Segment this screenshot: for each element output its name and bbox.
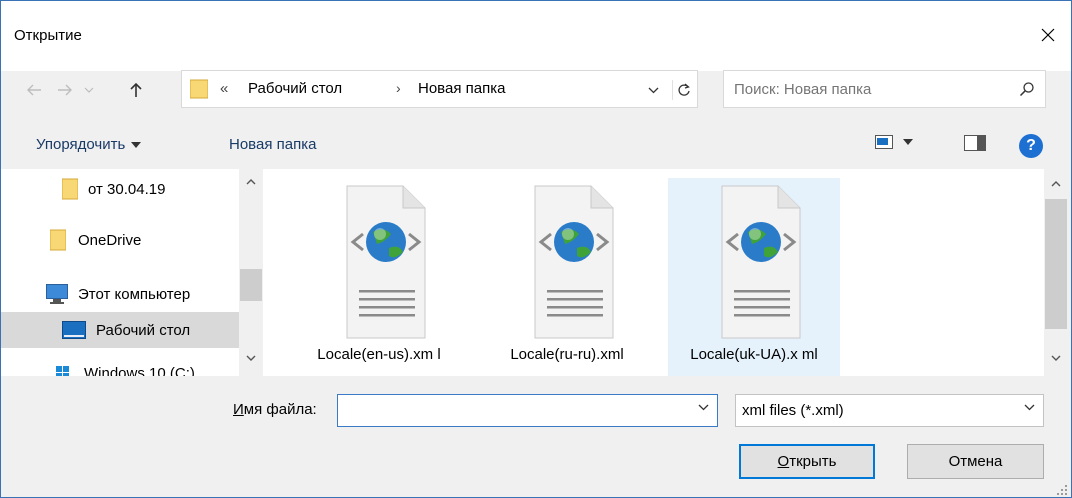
chevron-down-icon: [1051, 355, 1061, 361]
chevron-down-icon: [1024, 404, 1035, 411]
sidebar-item-windows-drive[interactable]: Windows 10 (C:): [1, 355, 239, 376]
chevron-down-icon[interactable]: [698, 404, 709, 411]
open-button-rest: ткрыть: [789, 453, 837, 470]
sidebar-item-desktop[interactable]: Рабочий стол: [1, 312, 239, 348]
sidebar-item-label: OneDrive: [78, 231, 142, 249]
desktop-icon: [62, 321, 86, 339]
file-item-locale-ru-ru[interactable]: Locale(ru-ru).xml: [481, 178, 653, 376]
address-bar[interactable]: « Рабочий стол › Новая папка: [181, 70, 698, 108]
search-box[interactable]: [723, 70, 1046, 108]
file-name: Locale(en-us).xm l: [317, 346, 441, 363]
arrow-left-icon: [27, 84, 41, 96]
file-list: Locale(en-us).xm l Locale(ru-ru).xml Loc…: [263, 169, 1044, 376]
breadcrumb-separator[interactable]: ›: [396, 80, 401, 96]
filename-label-accel: И: [233, 401, 244, 418]
window-title: Открытие: [14, 27, 82, 44]
filename-label-rest: мя файла:: [243, 401, 317, 418]
scroll-down-button[interactable]: [1049, 351, 1063, 365]
file-item-locale-uk-ua[interactable]: Locale(uk-UA).x ml: [668, 178, 840, 376]
organize-button[interactable]: Упорядочить: [36, 136, 142, 153]
view-icon: [875, 135, 893, 149]
chevron-up-icon: [246, 179, 256, 185]
caret-down-icon: [131, 141, 142, 148]
help-button[interactable]: ?: [1019, 134, 1043, 158]
arrow-right-icon: [58, 84, 72, 96]
refresh-icon: [677, 83, 690, 96]
chevron-down-icon: [648, 87, 658, 93]
chevron-down-icon: [84, 87, 94, 93]
search-icon: [1019, 82, 1034, 97]
file-list-scrollbar[interactable]: [1044, 169, 1068, 376]
windows-drive-icon: [56, 366, 69, 376]
new-folder-button[interactable]: Новая папка: [229, 136, 316, 153]
xml-file-icon: [534, 185, 614, 339]
file-type-value: xml files (*.xml): [742, 402, 844, 419]
folder-icon: [190, 79, 208, 99]
file-name: Locale(uk-UA).x ml: [690, 346, 818, 363]
back-button[interactable]: [21, 77, 47, 103]
sidebar-item-label: Этот компьютер: [78, 285, 191, 303]
caret-down-icon: [903, 139, 913, 145]
change-view-button[interactable]: [875, 135, 913, 149]
help-icon: ?: [1026, 137, 1036, 154]
filename-combobox[interactable]: [337, 394, 718, 427]
file-item-locale-en-us[interactable]: Locale(en-us).xm l: [293, 178, 465, 376]
open-button-accel: О: [777, 453, 790, 470]
breadcrumb-new-folder[interactable]: Новая папка: [418, 80, 505, 97]
cancel-button[interactable]: Отмена: [907, 444, 1044, 479]
sidebar-item-label: Windows 10 (C:): [84, 364, 195, 377]
open-button[interactable]: Открыть: [739, 444, 875, 479]
sidebar-scroll-thumb[interactable]: [240, 269, 262, 301]
folder-icon: [62, 178, 78, 200]
scroll-up-button[interactable]: [1049, 177, 1063, 191]
filename-input[interactable]: [342, 401, 682, 421]
filename-label: Имя файла:: [233, 401, 317, 418]
navigation-pane: от 30.04.19 OneDrive Этот компьютер Рабо…: [1, 169, 263, 376]
file-type-select[interactable]: xml files (*.xml): [735, 394, 1044, 427]
up-button[interactable]: [123, 77, 149, 103]
scroll-up-button[interactable]: [244, 175, 258, 189]
close-button[interactable]: [1025, 18, 1071, 52]
preview-pane-icon: [964, 135, 986, 151]
open-file-dialog: Открытие « Рабочий стол › Новая папка По…: [0, 0, 1072, 498]
recent-locations-button[interactable]: [81, 77, 97, 103]
breadcrumb-desktop[interactable]: Рабочий стол: [248, 80, 342, 97]
sidebar-item-folder-30-04-19[interactable]: от 30.04.19: [1, 171, 239, 207]
close-icon: [1041, 28, 1055, 42]
command-bar: Упорядочить Новая папка ?: [1, 125, 1071, 169]
dialog-footer: Имя файла: xml files (*.xml) Открыть Отм…: [1, 376, 1071, 497]
refresh-button[interactable]: [672, 80, 694, 100]
sidebar-item-label: от 30.04.19: [88, 180, 166, 198]
sidebar-item-this-pc[interactable]: Этот компьютер: [1, 276, 239, 312]
sidebar-scrollbar[interactable]: [239, 169, 263, 376]
search-input[interactable]: [734, 79, 1004, 99]
computer-icon: [46, 284, 68, 304]
title-bar: Открытие: [1, 1, 1071, 71]
file-list-scroll-thumb[interactable]: [1045, 199, 1067, 329]
sidebar-item-label: Рабочий стол: [96, 321, 191, 339]
forward-button[interactable]: [52, 77, 78, 103]
xml-file-icon: [346, 185, 426, 339]
organize-label: Упорядочить: [36, 136, 126, 153]
address-dropdown-button[interactable]: [644, 81, 662, 99]
file-name: Locale(ru-ru).xml: [510, 346, 624, 363]
chevron-down-icon: [246, 355, 256, 361]
xml-file-icon: [721, 185, 801, 339]
scroll-down-button[interactable]: [244, 351, 258, 365]
sidebar-item-onedrive[interactable]: OneDrive: [1, 222, 239, 258]
breadcrumb-overflow[interactable]: «: [220, 80, 228, 97]
resize-grip-icon[interactable]: [1056, 484, 1068, 496]
chevron-up-icon: [1051, 181, 1061, 187]
arrow-up-icon: [130, 82, 142, 97]
preview-pane-button[interactable]: [964, 135, 986, 155]
folder-icon: [50, 229, 66, 251]
